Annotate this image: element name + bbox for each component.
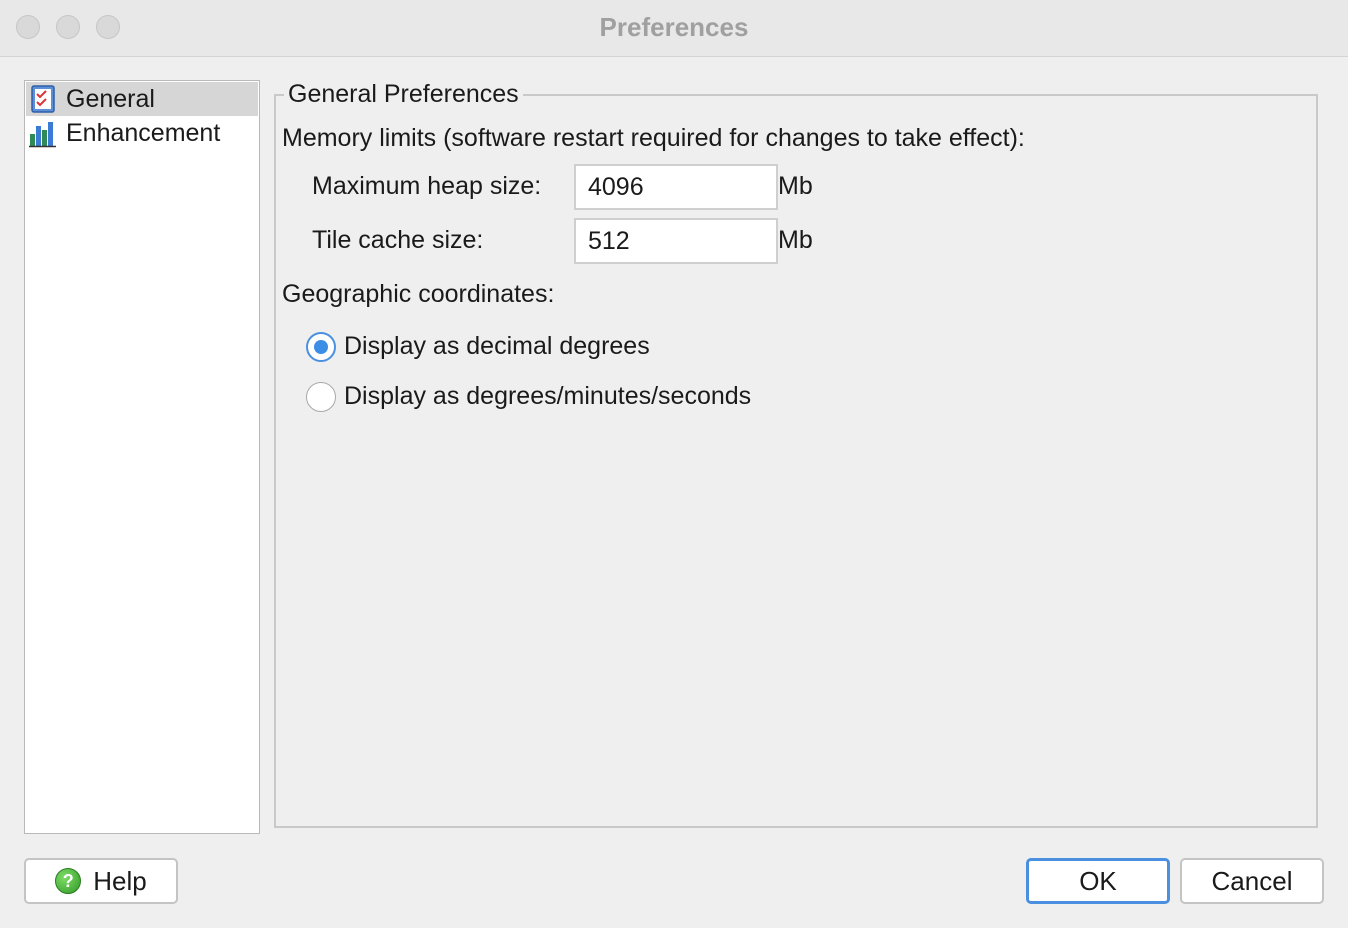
heap-size-input[interactable] xyxy=(574,164,778,210)
sidebar-item-label: Enhancement xyxy=(66,118,221,147)
help-button[interactable]: ? Help xyxy=(24,858,178,904)
preferences-window: Preferences General Enhancement General … xyxy=(0,0,1348,928)
window-title: Preferences xyxy=(599,12,749,42)
general-preferences-group xyxy=(274,94,1318,828)
preferences-sidebar: General Enhancement xyxy=(24,80,260,834)
tile-cache-label: Tile cache size: xyxy=(312,226,484,254)
sidebar-item-general[interactable]: General xyxy=(26,82,258,116)
memory-limits-label: Memory limits (software restart required… xyxy=(282,124,1025,152)
sidebar-item-enhancement[interactable]: Enhancement xyxy=(26,116,258,150)
dms-label[interactable]: Display as degrees/minutes/seconds xyxy=(344,382,751,411)
heap-size-label: Maximum heap size: xyxy=(312,172,542,200)
title-bar: Preferences xyxy=(0,0,1348,57)
group-title: General Preferences xyxy=(284,80,523,109)
tile-cache-input[interactable] xyxy=(574,218,778,264)
ok-button[interactable]: OK xyxy=(1026,858,1170,904)
decimal-degrees-radio[interactable] xyxy=(306,332,336,362)
sidebar-item-label: General xyxy=(66,84,155,113)
checklist-icon xyxy=(28,84,58,114)
geographic-coordinates-label: Geographic coordinates: xyxy=(282,280,555,308)
bar-chart-icon xyxy=(28,118,58,148)
dms-radio[interactable] xyxy=(306,382,336,412)
help-icon: ? xyxy=(55,868,82,894)
tile-cache-unit: Mb xyxy=(778,226,813,254)
help-button-label: Help xyxy=(93,865,147,896)
heap-size-unit: Mb xyxy=(778,172,813,200)
decimal-degrees-label[interactable]: Display as decimal degrees xyxy=(344,332,650,361)
cancel-button[interactable]: Cancel xyxy=(1180,858,1324,904)
